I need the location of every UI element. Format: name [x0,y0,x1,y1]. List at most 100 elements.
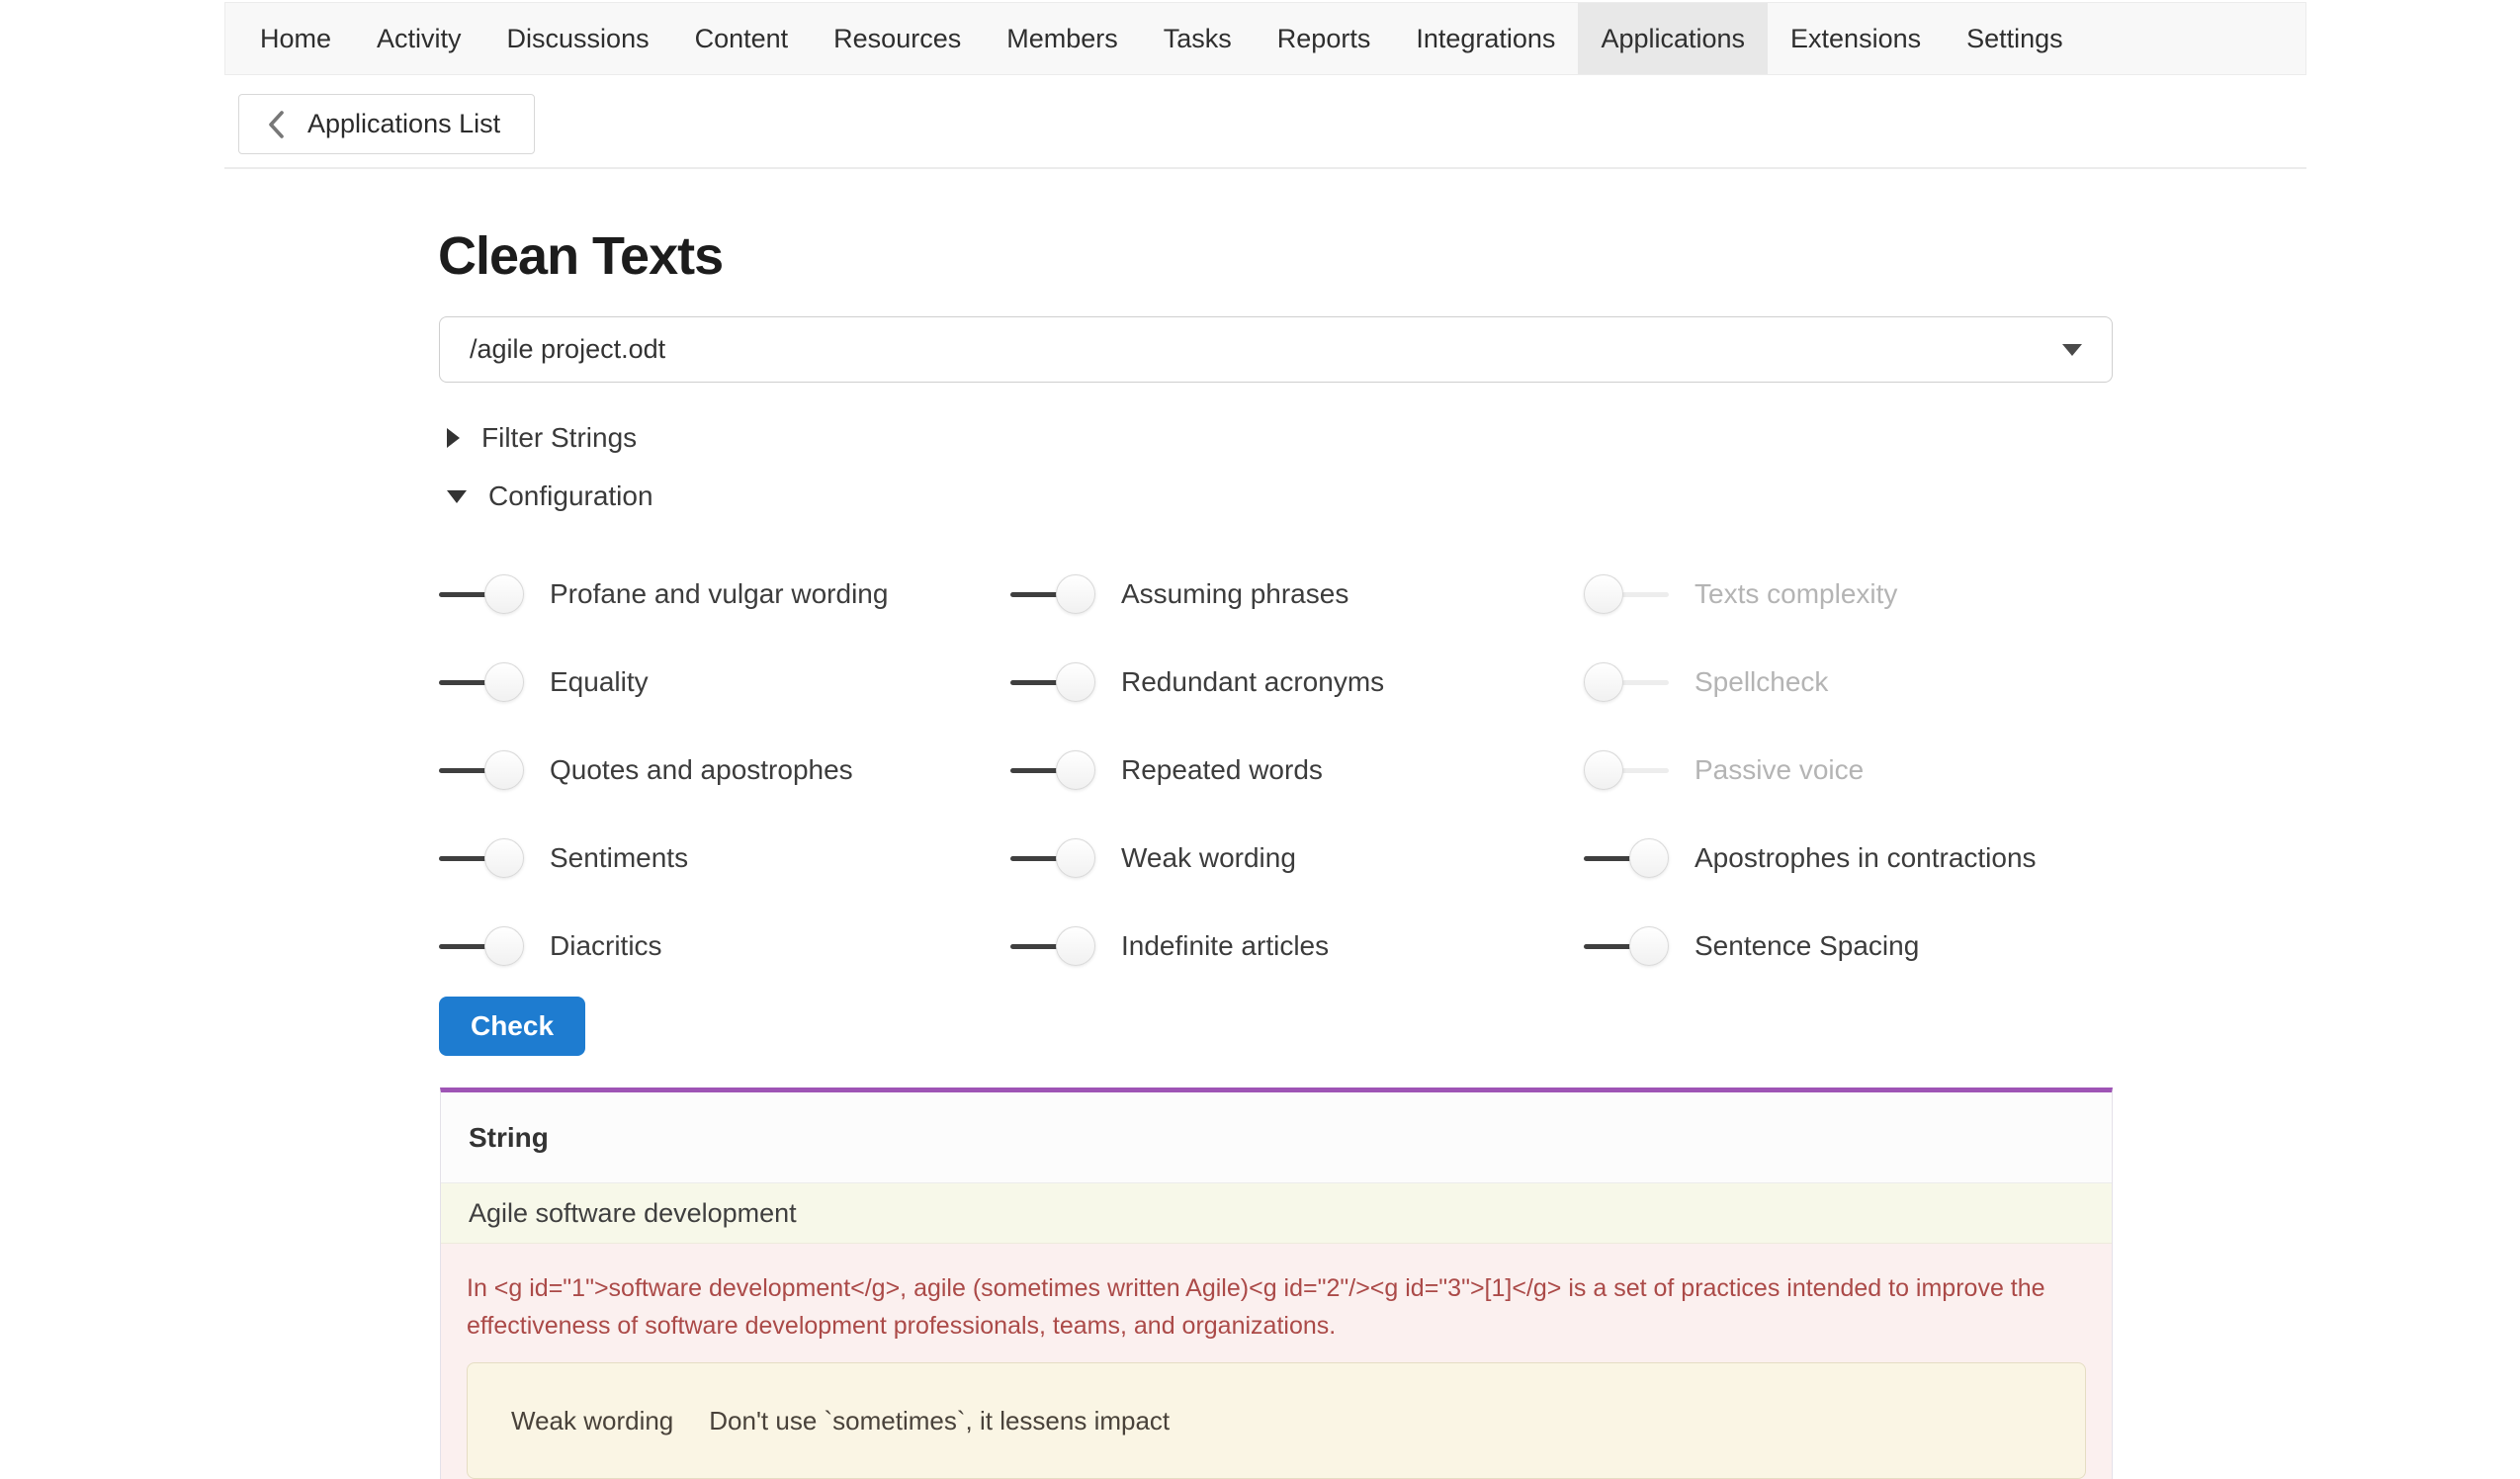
toggle-row-redundant-acronyms: Redundant acronyms [1010,638,1584,726]
toggle-row-quotes-and-apostrophes: Quotes and apostrophes [439,726,1010,814]
switch-knob [1629,838,1669,878]
toggle-label: Redundant acronyms [1121,666,1384,698]
switch-track [1010,680,1060,685]
switch-track [439,856,488,861]
check-button[interactable]: Check [439,997,585,1056]
switch-knob [1056,926,1095,966]
file-select-value: /agile project.odt [470,334,665,365]
toggle-label: Indefinite articles [1121,930,1329,962]
switch-track [1584,856,1633,861]
switch-track [1010,856,1060,861]
switch-track [1584,944,1633,949]
toggle-row-diacritics: Diacritics [439,902,1010,990]
back-button-label: Applications List [307,109,500,139]
toggle-row-profane-and-vulgar-wording: Profane and vulgar wording [439,550,1010,638]
switch-knob [484,662,524,702]
switch-track [1010,768,1060,773]
switch-knob [1584,750,1623,790]
switch-knob [1056,662,1095,702]
toggle-row-passive-voice: Passive voice [1584,726,2113,814]
page-title: Clean Texts [438,225,723,287]
toggle-row-sentiments: Sentiments [439,814,1010,902]
switch-knob [1584,574,1623,614]
switch-track [1619,592,1669,597]
toggle-switch-repeated-words[interactable] [1010,749,1095,791]
toggle-switch-passive-voice[interactable] [1584,749,1669,791]
chevron-left-icon [267,110,284,139]
switch-knob [1056,838,1095,878]
toggle-row-equality: Equality [439,638,1010,726]
toggle-row-sentence-spacing: Sentence Spacing [1584,902,2113,990]
result-detail-section: In <g id="1">software development</g>, a… [441,1244,2112,1479]
toggle-switch-texts-complexity[interactable] [1584,573,1669,615]
toggle-label: Assuming phrases [1121,578,1348,610]
toggle-switch-quotes-and-apostrophes[interactable] [439,749,524,791]
toggle-switch-assuming-phrases[interactable] [1010,573,1095,615]
toggle-switch-redundant-acronyms[interactable] [1010,661,1095,703]
back-to-applications-list-button[interactable]: Applications List [238,94,535,154]
switch-track [439,680,488,685]
issue-message: Don't use `sometimes`, it lessens impact [709,1406,1170,1436]
nav-item-settings[interactable]: Settings [1944,3,2086,74]
toggle-row-assuming-phrases: Assuming phrases [1010,550,1584,638]
configuration-toggle-grid: Profane and vulgar wording Assuming phras… [439,550,2113,990]
switch-knob [484,574,524,614]
toggle-label: Spellcheck [1694,666,1828,698]
header-divider [224,167,2306,169]
toggle-label: Repeated words [1121,754,1323,786]
file-select-dropdown[interactable]: /agile project.odt [439,316,2113,383]
filter-strings-section-toggle[interactable]: Filter Strings [447,422,637,454]
diff-text: In <g id="1">software development</g>, a… [467,1269,2086,1345]
triangle-right-icon [447,428,460,448]
toggle-switch-profane-and-vulgar-wording[interactable] [439,573,524,615]
nav-item-home[interactable]: Home [237,3,354,74]
nav-item-tasks[interactable]: Tasks [1141,3,1255,74]
issue-box: Weak wording Don't use `sometimes`, it l… [467,1362,2086,1479]
toggle-row-repeated-words: Repeated words [1010,726,1584,814]
switch-knob [1056,750,1095,790]
toggle-row-spellcheck: Spellcheck [1584,638,2113,726]
configuration-section-toggle[interactable]: Configuration [447,480,653,512]
results-panel: String Agile software development In <g … [440,1088,2113,1479]
switch-knob [1584,662,1623,702]
nav-item-discussions[interactable]: Discussions [484,3,672,74]
filter-strings-label: Filter Strings [481,422,637,454]
toggle-label: Sentiments [550,842,688,874]
toggle-switch-apostrophes-in-contractions[interactable] [1584,837,1669,879]
switch-track [439,592,488,597]
nav-item-activity[interactable]: Activity [354,3,484,74]
nav-item-content[interactable]: Content [672,3,812,74]
toggle-switch-weak-wording[interactable] [1010,837,1095,879]
toggle-label: Texts complexity [1694,578,1897,610]
toggle-switch-sentiments[interactable] [439,837,524,879]
result-string-row[interactable]: Agile software development [441,1183,2112,1244]
nav-item-reports[interactable]: Reports [1255,3,1394,74]
app-window: HomeActivityDiscussionsContentResourcesM… [0,0,2520,1479]
toggle-switch-sentence-spacing[interactable] [1584,925,1669,967]
issue-type-label: Weak wording [511,1406,673,1436]
toggle-switch-equality[interactable] [439,661,524,703]
toggle-row-apostrophes-in-contractions: Apostrophes in contractions [1584,814,2113,902]
toggle-label: Quotes and apostrophes [550,754,853,786]
nav-item-members[interactable]: Members [984,3,1141,74]
toggle-label: Weak wording [1121,842,1296,874]
switch-track [1619,680,1669,685]
results-header: String [441,1092,2112,1183]
switch-track [1619,768,1669,773]
nav-item-integrations[interactable]: Integrations [1393,3,1578,74]
toggle-row-indefinite-articles: Indefinite articles [1010,902,1584,990]
switch-track [439,768,488,773]
configuration-label: Configuration [488,480,653,512]
toggle-switch-indefinite-articles[interactable] [1010,925,1095,967]
switch-knob [484,750,524,790]
toggle-switch-spellcheck[interactable] [1584,661,1669,703]
nav-item-applications[interactable]: Applications [1578,3,1768,74]
nav-item-extensions[interactable]: Extensions [1768,3,1944,74]
toggle-label: Sentence Spacing [1694,930,1919,962]
toggle-row-weak-wording: Weak wording [1010,814,1584,902]
toggle-label: Equality [550,666,649,698]
nav-item-resources[interactable]: Resources [811,3,984,74]
switch-knob [484,926,524,966]
toggle-switch-diacritics[interactable] [439,925,524,967]
switch-knob [1056,574,1095,614]
